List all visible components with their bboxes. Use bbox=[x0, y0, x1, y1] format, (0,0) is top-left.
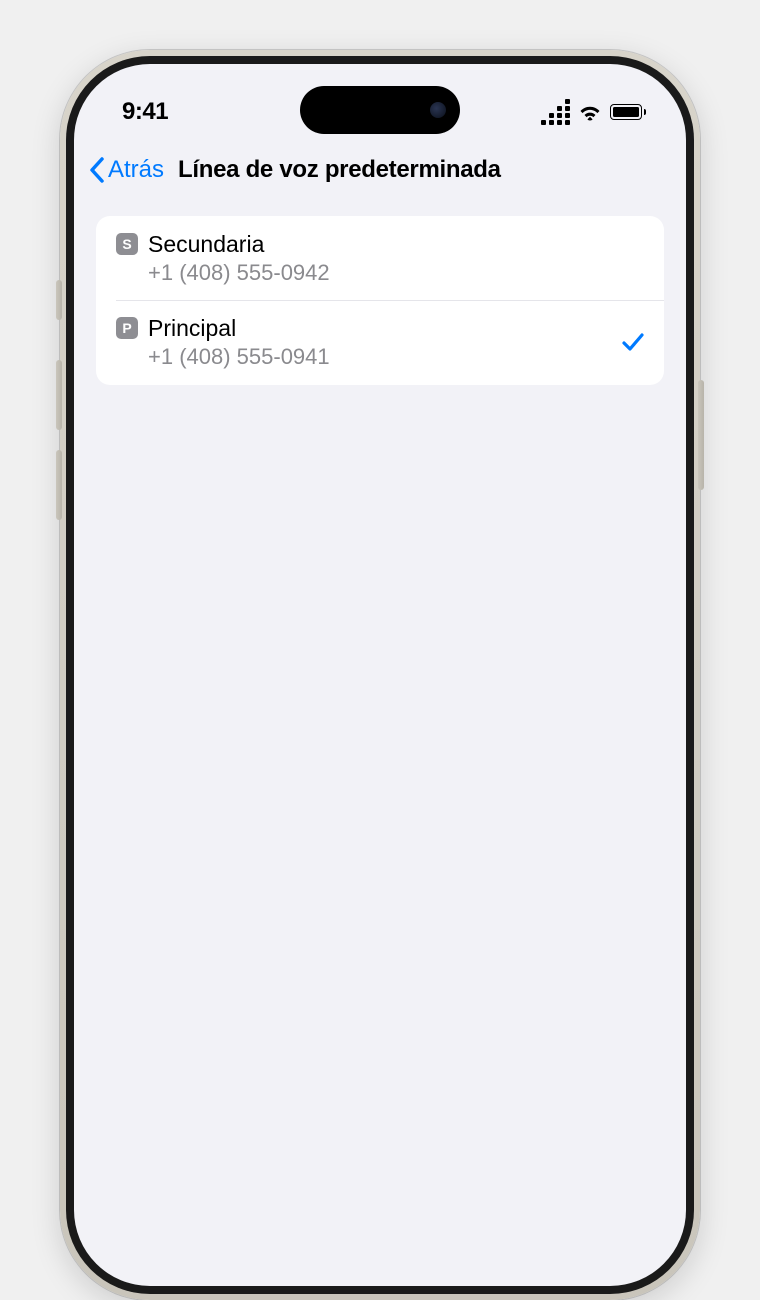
status-time: 9:41 bbox=[122, 98, 168, 126]
line-label: Principal bbox=[148, 314, 610, 343]
mute-switch bbox=[56, 280, 62, 320]
line-option-principal[interactable]: P Principal +1 (408) 555-0941 bbox=[96, 300, 664, 384]
battery-icon bbox=[610, 104, 646, 120]
voice-line-list: S Secundaria +1 (408) 555-0942 P Princip… bbox=[96, 216, 664, 385]
wifi-icon bbox=[578, 103, 602, 121]
checkmark-icon bbox=[620, 329, 646, 355]
page-title: Línea de voz predeterminada bbox=[178, 156, 501, 184]
line-option-secundaria[interactable]: S Secundaria +1 (408) 555-0942 bbox=[96, 216, 664, 300]
content: S Secundaria +1 (408) 555-0942 P Princip… bbox=[74, 202, 686, 399]
chevron-left-icon bbox=[88, 156, 106, 184]
dynamic-island bbox=[300, 86, 460, 134]
line-label: Secundaria bbox=[148, 230, 646, 259]
line-number: +1 (408) 555-0942 bbox=[148, 259, 646, 287]
line-badge-icon: P bbox=[116, 317, 138, 339]
screen: 9:41 bbox=[74, 64, 686, 1286]
line-badge-icon: S bbox=[116, 233, 138, 255]
line-number: +1 (408) 555-0941 bbox=[148, 343, 610, 371]
dual-sim-signal-icon bbox=[541, 99, 570, 125]
volume-up-button bbox=[56, 360, 62, 430]
power-button bbox=[698, 380, 704, 490]
navigation-bar: Atrás Línea de voz predeterminada bbox=[74, 144, 686, 202]
back-button[interactable]: Atrás bbox=[88, 156, 164, 184]
phone-frame: 9:41 bbox=[60, 50, 700, 1300]
back-label: Atrás bbox=[108, 156, 164, 184]
volume-down-button bbox=[56, 450, 62, 520]
front-camera-icon bbox=[430, 102, 446, 118]
